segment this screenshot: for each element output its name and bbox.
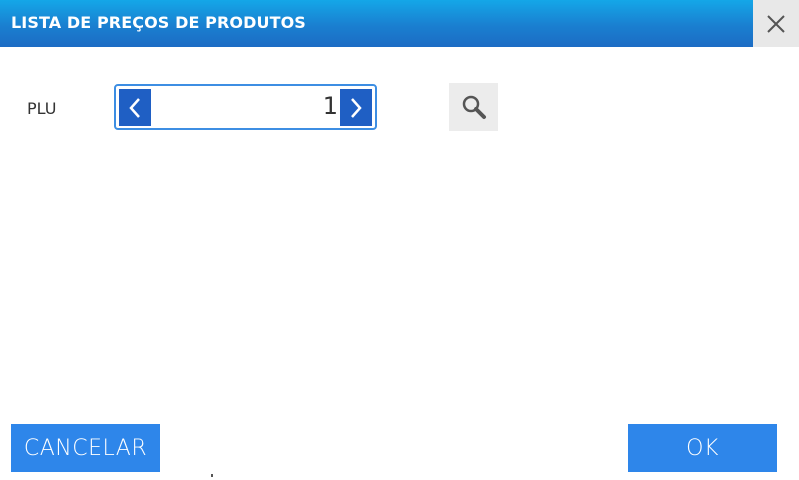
ok-button[interactable]: OK	[628, 424, 777, 472]
dialog-title: LISTA DE PREÇOS DE PRODUTOS	[11, 13, 306, 32]
search-button[interactable]	[449, 83, 498, 131]
close-button[interactable]	[753, 0, 799, 47]
plu-increment-button[interactable]	[340, 89, 372, 126]
cursor-mark	[211, 474, 213, 477]
plu-value[interactable]: 1	[323, 92, 338, 120]
plu-decrement-button[interactable]	[119, 89, 151, 126]
search-icon	[462, 95, 486, 119]
dialog-title-bar: LISTA DE PREÇOS DE PRODUTOS	[0, 0, 753, 47]
chevron-right-icon	[351, 97, 362, 118]
plu-label: PLU	[27, 99, 57, 118]
cancel-button[interactable]: CANCELAR	[11, 424, 160, 472]
chevron-left-icon	[129, 97, 140, 118]
plu-stepper[interactable]: 1	[114, 84, 377, 130]
close-icon	[767, 14, 785, 33]
